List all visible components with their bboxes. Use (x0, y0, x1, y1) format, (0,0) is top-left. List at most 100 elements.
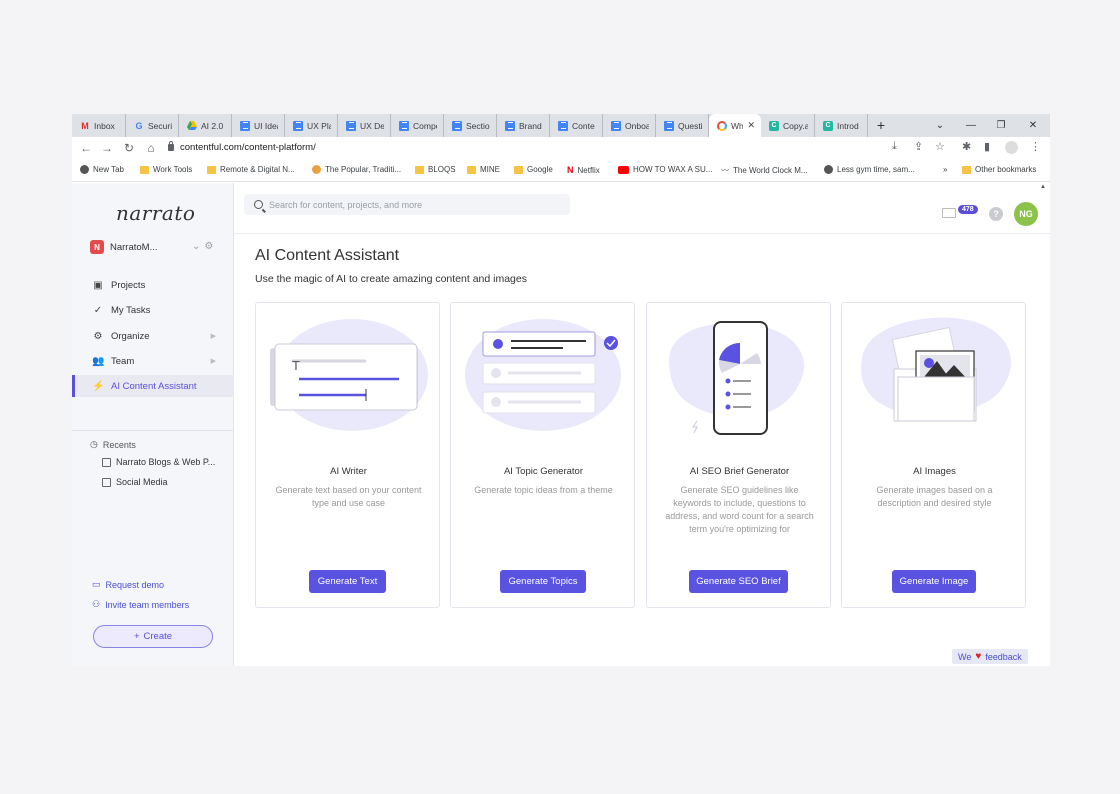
page-subtitle: Use the magic of AI to create amazing co… (255, 273, 527, 285)
docs-icon (611, 120, 621, 131)
reload-icon[interactable]: ↻ (122, 141, 136, 155)
seo-brief-illustration (668, 321, 804, 435)
svg-text:T: T (292, 358, 300, 373)
generate-text-button[interactable]: Generate Text (309, 570, 386, 593)
tab-ui-idea[interactable]: UI Idea (232, 114, 285, 137)
mail-icon[interactable] (942, 208, 956, 218)
recents-heading: ◷ Recents (90, 439, 136, 450)
bookmark-mine[interactable]: MINE (467, 165, 500, 174)
new-tab-button[interactable]: + (872, 114, 890, 137)
share-icon[interactable]: ⇪ (914, 140, 923, 153)
tab-security[interactable]: G Securit (126, 114, 179, 137)
folder-icon (207, 165, 216, 174)
caret-right-icon: ▶ (210, 358, 216, 365)
request-demo-link[interactable]: ▭ Request demo (92, 579, 164, 590)
tab-intro[interactable]: C Introd (815, 114, 868, 137)
globe-icon (80, 165, 89, 174)
ai-writer-card: T AI Writer Generate text based on your … (255, 302, 440, 608)
bookmark-remote[interactable]: Remote & Digital N... (207, 165, 295, 174)
extensions-icon[interactable]: ✱ (962, 140, 971, 153)
bookmark-netflix[interactable]: N Netflix (567, 165, 600, 175)
folder-icon (467, 165, 476, 174)
docs-icon (293, 120, 303, 131)
bookmark-wax[interactable]: HOW TO WAX A SU... (618, 165, 712, 174)
tab-copy-ai[interactable]: C Copy.a (761, 114, 815, 137)
search-input[interactable]: Search for content, projects, and more (244, 194, 570, 215)
chevron-down-icon[interactable]: ⌄ (192, 241, 200, 252)
recent-item[interactable]: Social Media (102, 477, 168, 487)
cube-icon (102, 477, 111, 487)
sidebar-item-my-tasks[interactable]: ✓ My Tasks (72, 299, 234, 321)
bookmark-other[interactable]: Other bookmarks (962, 165, 1036, 174)
heart-icon: ♥ (975, 651, 982, 662)
generate-topics-button[interactable]: Generate Topics (500, 570, 586, 593)
netflix-icon: N (567, 165, 574, 175)
help-icon[interactable]: ? (989, 207, 1003, 221)
generate-image-button[interactable]: Generate Image (892, 570, 976, 593)
generate-seo-brief-button[interactable]: Generate SEO Brief (689, 570, 788, 593)
tab-section[interactable]: Sectio (444, 114, 497, 137)
ai-seo-brief-card: AI SEO Brief Generator Generate SEO guid… (646, 302, 831, 608)
ai-images-illustration (861, 317, 1011, 422)
tab-ux-del[interactable]: UX Del (338, 114, 391, 137)
sidebar-item-organize[interactable]: ⚙ Organize ▶ (72, 325, 234, 347)
tab-ai2[interactable]: AI 2.0 (179, 114, 232, 137)
clock-icon: ◷ (90, 439, 98, 449)
logo[interactable]: narrato (116, 201, 195, 225)
close-window-icon[interactable]: ✕ (1018, 114, 1048, 137)
tab-question[interactable]: Questi (656, 114, 709, 137)
recent-item[interactable]: Narrato Blogs & Web P... (102, 457, 215, 467)
menu-icon[interactable]: ⋮ (1030, 140, 1041, 153)
briefcase-icon: ▣ (93, 279, 103, 291)
address-bar: ← → ↻ ⌂ contentful.com/content-platform/… (72, 137, 1050, 160)
docs-icon (558, 120, 568, 131)
sidebar-item-projects[interactable]: ▣ Projects (72, 274, 234, 296)
tab-onboard[interactable]: Onboa (603, 114, 656, 137)
tab-ux-plan[interactable]: UX Pla (285, 114, 338, 137)
tab-content[interactable]: Conte (550, 114, 603, 137)
monitor-icon: ▭ (92, 579, 101, 589)
top-bar: Search for content, projects, and more 4… (234, 183, 1050, 234)
page-title: AI Content Assistant (255, 247, 400, 264)
gear-icon[interactable]: ⚙ (204, 241, 213, 252)
star-icon[interactable]: ☆ (935, 140, 945, 153)
folder-icon (140, 165, 149, 174)
profile-icon[interactable] (1005, 141, 1018, 154)
back-icon[interactable]: ← (79, 141, 93, 155)
feedback-button[interactable]: We ♥ feedback (952, 649, 1028, 664)
install-icon[interactable]: ⤓ (892, 140, 897, 153)
tab-inbox[interactable]: M Inbox (72, 114, 126, 137)
bookmarks-overflow[interactable]: » (943, 165, 947, 174)
avatar[interactable]: NG (1014, 202, 1038, 226)
tab-active[interactable]: Wh ✕ (709, 114, 761, 137)
gears-icon: ⚙ (93, 330, 103, 342)
create-button[interactable]: + Create (93, 625, 213, 648)
sidebar-item-team[interactable]: 👥 Team ▶ (72, 350, 234, 372)
close-icon[interactable]: ✕ (747, 120, 755, 131)
bookmark-new-tab[interactable]: New Tab (80, 165, 124, 174)
home-icon[interactable]: ⌂ (144, 141, 158, 155)
sidebar-item-ai-content-assistant[interactable]: ⚡ AI Content Assistant (72, 375, 234, 397)
plus-icon: + (133, 631, 140, 642)
url-field[interactable]: contentful.com/content-platform/ (168, 141, 316, 153)
contentful-icon (717, 120, 727, 131)
bookmark-google[interactable]: Google (514, 165, 553, 174)
bookmark-world-clock[interactable]: 〰 The World Clock M... (721, 165, 808, 176)
bookmark-gym[interactable]: Less gym time, sam... (824, 165, 915, 174)
bookmark-popular[interactable]: The Popular, Traditi... (312, 165, 401, 174)
invite-team-link[interactable]: ⚇ Invite team members (92, 599, 189, 610)
bookmark-bloqs[interactable]: BLOQS (415, 165, 456, 174)
restore-icon[interactable]: ❐ (986, 114, 1016, 137)
scroll-up-arrow[interactable]: ▲ (1040, 184, 1046, 190)
minimize-icon[interactable]: — (956, 114, 986, 137)
sidepanel-icon[interactable]: ▮ (984, 140, 990, 153)
forward-icon[interactable]: → (100, 141, 114, 155)
tab-brand[interactable]: Brand (497, 114, 550, 137)
tab-compe[interactable]: Compe (391, 114, 444, 137)
workspace-switcher[interactable]: N NarratoM... (90, 240, 158, 254)
card-description: Generate text based on your content type… (275, 485, 422, 508)
bookmark-work-tools[interactable]: Work Tools (140, 165, 192, 174)
team-icon: 👥 (92, 355, 105, 367)
tab-search-icon[interactable]: ⌄ (925, 114, 955, 137)
sidebar: narrato N NarratoM... ⌄ ⚙ ▣ Projects ✓ My Ta… (72, 183, 234, 666)
